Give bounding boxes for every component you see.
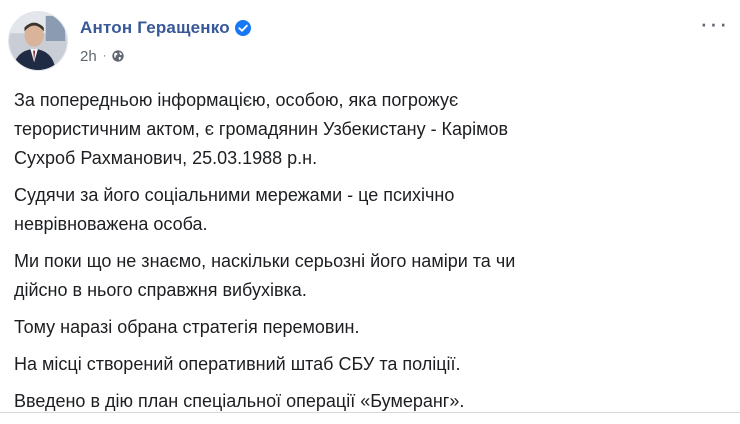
more-options-button[interactable]: ···: [698, 8, 730, 38]
post-paragraph: Введено в дію план спеціальної операції …: [14, 391, 465, 411]
post-paragraph: Судячи за його соціальними мережами - це…: [14, 185, 455, 234]
verified-badge-icon: [234, 20, 251, 36]
profile-photo: [9, 12, 67, 70]
post-timestamp-link[interactable]: 2h: [80, 48, 97, 65]
post-paragraph: Ми поки що не знаємо, наскільки серьозні…: [14, 251, 516, 300]
meta-separator: ·: [102, 50, 107, 62]
post-meta: 2h ·: [80, 46, 125, 66]
post-paragraph: Тому наразі обрана стратегія перемовин.: [14, 317, 360, 337]
author-row: Антон Геращенко: [80, 16, 251, 40]
post-paragraph: На місці створений оперативний штаб СБУ …: [14, 354, 461, 374]
more-options-icon: ···: [699, 8, 729, 38]
author-name-link[interactable]: Антон Геращенко: [80, 18, 230, 38]
facebook-post: Антон Геращенко 2h · ··· За попередньою …: [0, 0, 740, 413]
author-avatar[interactable]: [8, 11, 68, 71]
post-text: За попередньою інформацією, особою, яка …: [14, 86, 574, 424]
globe-icon[interactable]: [111, 49, 125, 63]
post-paragraph: За попередньою інформацією, особою, яка …: [14, 90, 509, 168]
